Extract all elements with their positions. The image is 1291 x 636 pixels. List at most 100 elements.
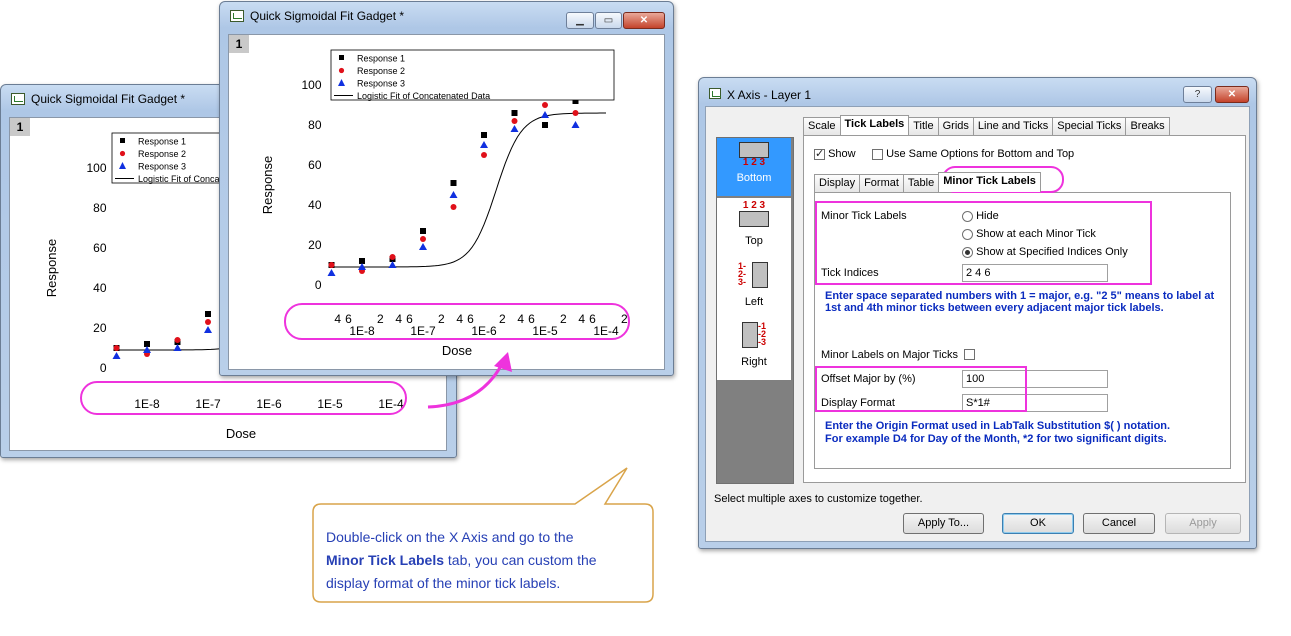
show-option[interactable]: Show (814, 147, 856, 160)
y-tick-label: 20 (308, 238, 322, 252)
position-right[interactable]: -1 -2 -3 Right (717, 318, 791, 380)
offset-format-highlight (815, 366, 1027, 412)
y-tick-label: 100 (86, 161, 106, 175)
y-tick-label: 100 (301, 78, 321, 92)
position-left-label: Left (744, 296, 764, 308)
position-top-label: Top (745, 235, 763, 247)
data-point-response-3 (449, 191, 458, 198)
subtab-table[interactable]: Table (902, 174, 940, 192)
close-button[interactable]: ✕ (623, 12, 665, 29)
top-digits-icon: 1 2 3 (742, 200, 766, 211)
cancel-button[interactable]: Cancel (1083, 513, 1155, 534)
position-right-label: Right (741, 356, 767, 368)
data-point-response-2 (481, 152, 487, 158)
callout-line-2-rest: tab, you can custom the (444, 552, 597, 568)
data-point-response-3 (541, 111, 549, 118)
data-point-response-2 (572, 110, 579, 116)
tab-line-and-ticks[interactable]: Line and Ticks (972, 117, 1054, 135)
tab-tick-labels[interactable]: Tick Labels (839, 115, 910, 135)
front-graph-titlebar[interactable]: Quick Sigmoidal Fit Gadget * ▁ ▭ ✕ (220, 2, 673, 30)
legend-symbol-square (120, 138, 125, 143)
data-point-response-2 (511, 118, 518, 124)
same-options-checkbox[interactable] (872, 148, 883, 160)
data-point-response-2 (113, 345, 120, 351)
dialog-titlebar[interactable]: X Axis - Layer 1 ? ✕ (699, 78, 1256, 106)
tab-special-ticks[interactable]: Special Ticks (1052, 117, 1127, 135)
subtab-minor-tick-labels[interactable]: Minor Tick Labels (938, 172, 1041, 192)
callout-bold: Minor Tick Labels (326, 552, 444, 568)
data-point-response-3 (480, 141, 488, 148)
data-point-response-2 (174, 337, 181, 343)
data-point-response-2 (389, 254, 396, 260)
y-tick-label: 40 (308, 198, 322, 212)
tick-options-highlight (815, 201, 1152, 285)
y-axis-title: Response (44, 239, 59, 298)
y-tick-label: 80 (93, 201, 107, 215)
minor-on-major-checkbox[interactable] (964, 349, 975, 360)
y-tick-label: 40 (93, 281, 107, 295)
data-point-response-1 (420, 228, 426, 234)
same-options[interactable]: Use Same Options for Bottom and Top (872, 148, 1074, 160)
apply-to-button[interactable]: Apply To... (903, 513, 984, 534)
y-tick-label: 60 (308, 158, 322, 172)
same-options-label: Use Same Options for Bottom and Top (886, 148, 1075, 160)
y-tick-label: 0 (100, 361, 107, 375)
status-text: Select multiple axes to customize togeth… (714, 493, 923, 505)
data-point-response-3 (419, 243, 427, 250)
position-left[interactable]: 1- 2- 3- Left (717, 258, 791, 318)
legend-entry: Response 3 (357, 79, 405, 89)
data-point-response-2 (450, 204, 457, 210)
tick-labels-panel: Show Use Same Options for Bottom and Top… (803, 135, 1246, 483)
data-point-response-3 (388, 261, 397, 268)
apply-button[interactable]: Apply (1165, 513, 1241, 534)
help-button[interactable]: ? (1183, 86, 1212, 103)
y-tick-label: 20 (93, 321, 107, 335)
minimize-button[interactable]: ▁ (566, 12, 594, 29)
front-xaxis-highlight (284, 303, 630, 340)
data-point-response-1 (450, 180, 457, 186)
sub-tabs: Display Format Table Minor Tick Labels (814, 172, 1041, 192)
data-point-response-3 (571, 121, 580, 128)
data-point-response-2 (328, 262, 335, 268)
tab-title[interactable]: Title (908, 117, 939, 135)
tab-grids[interactable]: Grids (937, 117, 974, 135)
position-top[interactable]: 1 2 3 Top (717, 198, 791, 258)
curved-arrow-icon (427, 352, 512, 409)
bottom-axis-icon (739, 142, 769, 158)
dialog-icon (709, 88, 721, 99)
x-axis-dialog[interactable]: X Axis - Layer 1 ? ✕ 1 2 3 Bottom 1 2 3 … (698, 77, 1257, 549)
main-tabs: Scale Tick Labels Title Grids Line and T… (803, 115, 1170, 135)
legend-symbol-circle (119, 150, 126, 157)
graph-window-icon (230, 10, 244, 22)
y-tick-label: 80 (308, 118, 322, 132)
position-bottom[interactable]: 1 2 3 Bottom (717, 138, 791, 196)
data-point-response-3 (204, 326, 212, 333)
data-point-response-2 (542, 102, 548, 108)
dialog-title: X Axis - Layer 1 (727, 88, 812, 102)
subtab-format[interactable]: Format (859, 174, 904, 192)
front-graph-title: Quick Sigmoidal Fit Gadget * (250, 9, 405, 23)
y-axis-title: Response (260, 156, 275, 215)
tab-scale[interactable]: Scale (803, 117, 841, 135)
tab-breaks[interactable]: Breaks (1125, 117, 1170, 135)
show-checkbox[interactable] (814, 147, 825, 160)
data-point-response-3 (173, 344, 182, 351)
graph-window-icon (11, 93, 25, 105)
dialog-close-button[interactable]: ✕ (1215, 86, 1249, 103)
data-point-response-3 (510, 125, 519, 132)
data-point-response-3 (327, 269, 336, 276)
legend-symbol-square (339, 55, 344, 60)
legend-entry: Response 1 (138, 137, 186, 147)
left-axis-icon: 1- 2- 3- (734, 262, 774, 288)
subtab-display[interactable]: Display (814, 174, 861, 192)
maximize-button[interactable]: ▭ (595, 12, 622, 29)
legend-entry: Response 3 (138, 162, 186, 172)
axis-position-list[interactable]: 1 2 3 Bottom 1 2 3 Top 1- 2- 3- Left -1 -2-… (716, 137, 794, 484)
legend-entry: Response 1 (357, 54, 405, 64)
right-axis-icon: -1 -2 -3 (734, 322, 774, 348)
ok-button[interactable]: OK (1002, 513, 1074, 534)
data-point-response-3 (112, 352, 121, 359)
legend-entry: Response 2 (357, 66, 405, 76)
display-format-note-2: For example D4 for Day of the Month, *2 … (825, 433, 1167, 445)
legend-entry: Response 2 (138, 149, 186, 159)
